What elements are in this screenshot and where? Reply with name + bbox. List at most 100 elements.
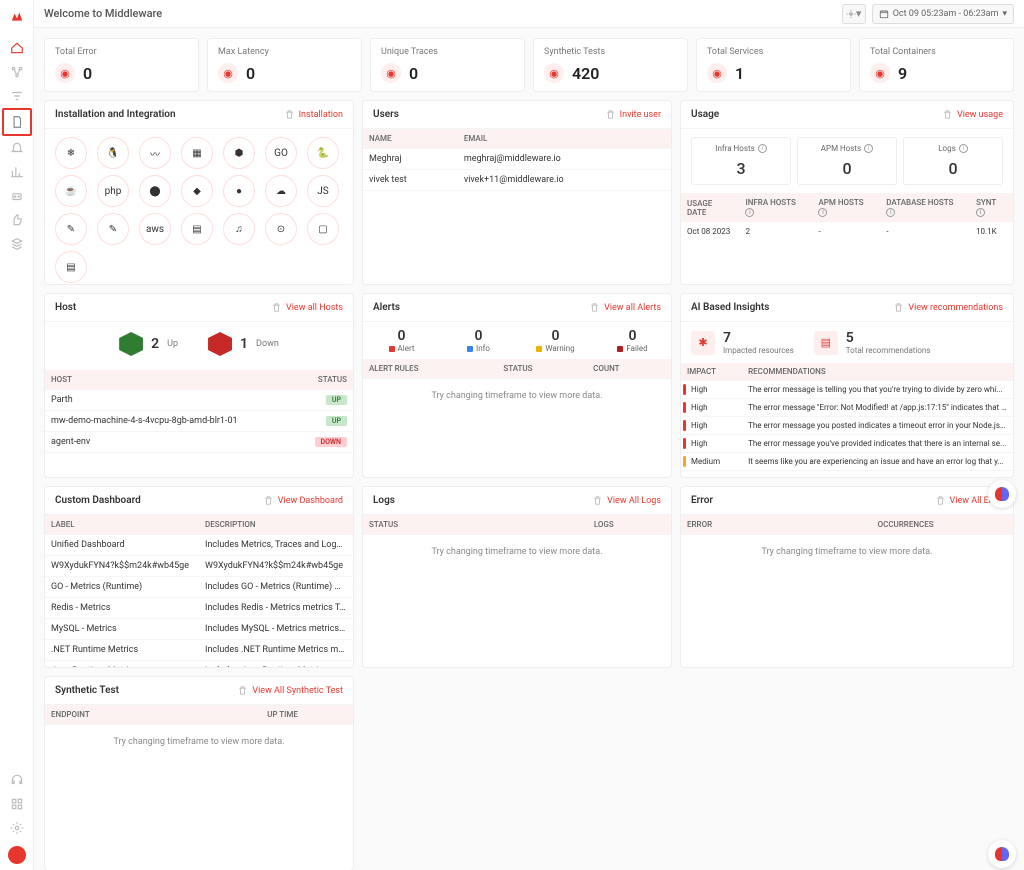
- info-icon[interactable]: i: [959, 144, 968, 153]
- integration-icon[interactable]: 〰: [139, 137, 171, 169]
- integration-icon[interactable]: ✎: [55, 213, 87, 245]
- sidebar-home-icon[interactable]: [0, 36, 34, 60]
- ai-assist-button[interactable]: [988, 480, 1016, 508]
- integration-icon[interactable]: GO: [265, 137, 297, 169]
- alerts-panel: Alerts View all Alerts 0Alert0Info0Warni…: [362, 293, 672, 478]
- trash-icon: [893, 302, 904, 313]
- info-icon[interactable]: i: [758, 144, 767, 153]
- sidebar-stack-icon[interactable]: [0, 232, 34, 256]
- logo-icon[interactable]: [0, 4, 34, 28]
- info-icon[interactable]: i: [818, 208, 827, 217]
- sidebar-doc-icon[interactable]: [2, 108, 32, 136]
- sidebar-robot-icon[interactable]: [0, 184, 34, 208]
- integration-icon[interactable]: ◆: [181, 175, 213, 207]
- integration-icon[interactable]: 🐍: [307, 137, 339, 169]
- sidebar-bell-icon[interactable]: [0, 136, 34, 160]
- table-row[interactable]: agent-envDOWN: [45, 432, 353, 453]
- stat-icon: ◉: [218, 63, 238, 83]
- sidebar-headset-icon[interactable]: [0, 768, 34, 792]
- table-row[interactable]: HighThe error message is telling you tha…: [681, 381, 1013, 399]
- chevron-down-icon: ▾: [1002, 9, 1007, 19]
- integration-icon[interactable]: ✎: [97, 213, 129, 245]
- table-row[interactable]: HighThe error message "Error: Not Modifi…: [681, 399, 1013, 417]
- invite-user-link[interactable]: Invite user: [605, 109, 661, 120]
- table-row[interactable]: GO - Metrics (Runtime)Includes GO - Metr…: [45, 577, 353, 598]
- view-recommendations-link[interactable]: View recommendations: [893, 302, 1003, 313]
- date-range-picker[interactable]: Oct 09 05:23am - 06:23am ▾: [872, 4, 1014, 24]
- synthetic-panel: Synthetic Test View All Synthetic Test E…: [44, 676, 354, 870]
- users-panel: Users Invite user NAMEEMAIL Meghrajmeghr…: [362, 100, 672, 285]
- view-hosts-link[interactable]: View all Hosts: [271, 302, 343, 313]
- trash-icon: [284, 109, 295, 120]
- integration-icon[interactable]: ▢: [307, 213, 339, 245]
- integration-icon[interactable]: ☕: [55, 175, 87, 207]
- table-row[interactable]: vivek testvivek+11@middleware.io: [363, 170, 671, 191]
- error-panel: Error View All Error ERROROCCURRENCES Tr…: [680, 486, 1014, 668]
- installation-link[interactable]: Installation: [284, 109, 343, 120]
- table-row[interactable]: Meghrajmeghraj@middleware.io: [363, 149, 671, 170]
- table-row[interactable]: Redis - MetricsIncludes Redis - Metrics …: [45, 598, 353, 619]
- view-logs-link[interactable]: View All Logs: [592, 495, 661, 506]
- integration-icon[interactable]: php: [97, 175, 129, 207]
- custom-dashboard-panel: Custom Dashboard View Dashboard LABELDES…: [44, 486, 354, 668]
- integration-icon[interactable]: ⊙: [265, 213, 297, 245]
- table-row[interactable]: Unified DashboardIncludes Metrics, Trace…: [45, 535, 353, 556]
- view-synthetic-link[interactable]: View All Synthetic Test: [237, 685, 343, 696]
- stat-icon: ◉: [544, 63, 564, 83]
- integration-icon[interactable]: JS: [307, 175, 339, 207]
- info-icon[interactable]: i: [864, 144, 873, 153]
- bug-icon: ✱: [691, 331, 715, 355]
- stat-card: Total Services ◉1: [696, 38, 851, 92]
- table-row[interactable]: MediumIt seems like you are experiencing…: [681, 453, 1013, 471]
- ai-assist-button-2[interactable]: [988, 840, 1016, 868]
- avatar[interactable]: [8, 846, 26, 864]
- sidebar-grid-icon[interactable]: [0, 792, 34, 816]
- integration-icon[interactable]: aws: [139, 213, 171, 245]
- stat-card: Synthetic Tests ◉420: [533, 38, 688, 92]
- brain-icon: [995, 847, 1009, 861]
- insights-panel: AI Based Insights View recommendations ✱…: [680, 293, 1014, 478]
- calendar-icon: [879, 9, 889, 19]
- table-row[interactable]: .NET Runtime MetricsIncludes .NET Runtim…: [45, 640, 353, 661]
- integration-icon[interactable]: ❄: [55, 137, 87, 169]
- table-row[interactable]: mw-demo-machine-4-s-4vcpu-8gb-amd-blr1-0…: [45, 411, 353, 432]
- table-row[interactable]: W9XydukFYN4?k$$m24k#wb45geW9XydukFYN4?k$…: [45, 556, 353, 577]
- trash-icon: [263, 495, 274, 506]
- sidebar-chart-icon[interactable]: [0, 160, 34, 184]
- table-row[interactable]: HighThe error message you posted indicat…: [681, 417, 1013, 435]
- trash-icon: [592, 495, 603, 506]
- view-dashboard-link[interactable]: View Dashboard: [263, 495, 343, 506]
- sidebar-gear-icon[interactable]: [0, 816, 34, 840]
- installation-panel: Installation and Integration Installatio…: [44, 100, 354, 285]
- integration-icon[interactable]: 🐧: [97, 137, 129, 169]
- integration-icon[interactable]: ☁: [265, 175, 297, 207]
- integration-icon[interactable]: ▦: [181, 137, 213, 169]
- table-row[interactable]: HighThe error message you've provided in…: [681, 435, 1013, 453]
- integration-icon[interactable]: ⬢: [223, 137, 255, 169]
- usage-panel: Usage View usage Infra Hosts i3APM Hosts…: [680, 100, 1014, 285]
- info-icon[interactable]: i: [745, 208, 754, 217]
- sidebar-nodes-icon[interactable]: [0, 60, 34, 84]
- table-row[interactable]: ParthUP: [45, 390, 353, 411]
- integration-icon[interactable]: ⬤: [139, 175, 171, 207]
- hex-up-icon: [119, 332, 143, 356]
- table-row[interactable]: MySQL - MetricsIncludes MySQL - Metrics …: [45, 619, 353, 640]
- view-usage-link[interactable]: View usage: [942, 109, 1003, 120]
- sidebar-filter-icon[interactable]: [0, 84, 34, 108]
- settings-button[interactable]: ▾: [842, 4, 866, 24]
- stat-icon: ◉: [381, 63, 401, 83]
- trash-icon: [589, 302, 600, 313]
- table-row[interactable]: Java Runtime MetricsIncludes Java Runtim…: [45, 661, 353, 669]
- integration-icon[interactable]: ♫: [223, 213, 255, 245]
- info-icon[interactable]: i: [976, 208, 985, 217]
- view-alerts-link[interactable]: View all Alerts: [589, 302, 661, 313]
- integration-icon[interactable]: ▤: [181, 213, 213, 245]
- topbar: Welcome to Middleware ▾ Oct 09 05:23am -…: [34, 0, 1024, 28]
- integration-icon[interactable]: ▤: [55, 251, 87, 283]
- usage-box: Infra Hosts i3: [691, 137, 791, 185]
- usage-box: Logs i0: [903, 137, 1003, 185]
- info-icon[interactable]: i: [886, 208, 895, 217]
- sidebar-thumbs-icon[interactable]: [0, 208, 34, 232]
- stat-card: Unique Traces ◉0: [370, 38, 525, 92]
- integration-icon[interactable]: ●: [223, 175, 255, 207]
